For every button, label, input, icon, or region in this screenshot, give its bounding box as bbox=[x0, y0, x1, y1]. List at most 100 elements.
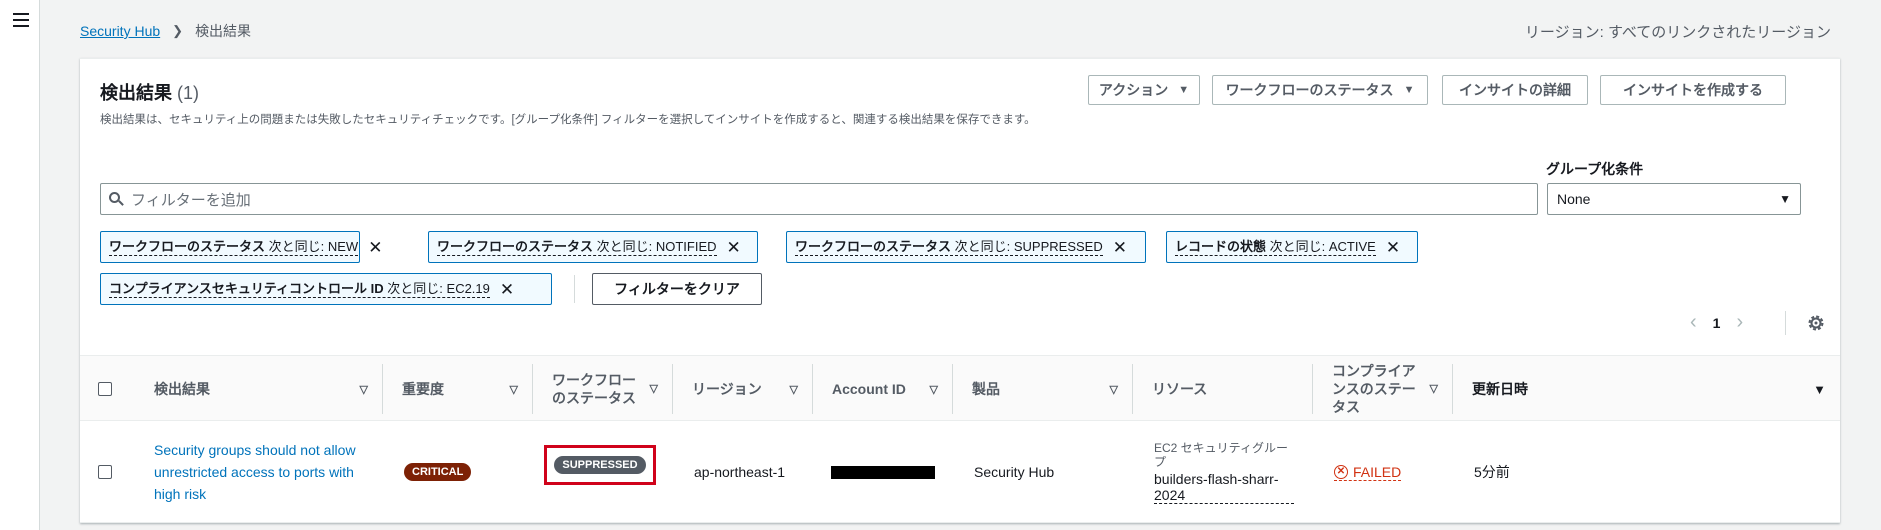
column-header-product[interactable]: 製品 ▽ bbox=[952, 356, 1132, 422]
actions-button[interactable]: アクション ▼ bbox=[1088, 75, 1200, 105]
severity-cell: CRITICAL bbox=[404, 421, 532, 523]
sort-caret-icon: ▽ bbox=[649, 383, 658, 395]
breadcrumb-current: 検出結果 bbox=[195, 23, 252, 39]
column-label: ワークフロー のステータス bbox=[552, 372, 636, 406]
finding-title-link[interactable]: Security groups should not allow unrestr… bbox=[154, 439, 364, 505]
actions-label: アクション bbox=[1098, 82, 1169, 98]
chevron-left-icon[interactable]: ‹ bbox=[1690, 311, 1697, 334]
updated-cell: 5分前 bbox=[1474, 421, 1674, 523]
column-label: 検出結果 bbox=[154, 381, 210, 397]
group-by-label: グループ化条件 bbox=[1546, 161, 1644, 177]
row-select-cell bbox=[98, 421, 128, 523]
findings-panel: 検出結果 (1) 検出結果は、セキュリティ上の問題または失敗したセキュリティチェ… bbox=[80, 58, 1840, 523]
filter-token: コンプライアンスセキュリティコントロール ID 次と同じ: EC2.19 ✕ bbox=[100, 273, 552, 305]
column-header-account-id[interactable]: Account ID ▽ bbox=[812, 356, 952, 422]
column-label: 製品 bbox=[972, 381, 1000, 397]
chevron-right-icon: ❯ bbox=[172, 23, 184, 38]
top-bar: Security Hub ❯ 検出結果 リージョン: すべてのリンクされたリージ… bbox=[80, 20, 1831, 42]
resource-name-link[interactable]: builders-flash-sharr-2024 bbox=[1154, 471, 1294, 504]
sort-caret-icon: ▽ bbox=[1429, 383, 1438, 395]
column-label: コンプライア ンスのステー タス bbox=[1332, 363, 1416, 415]
page-number[interactable]: 1 bbox=[1713, 315, 1721, 331]
filter-placeholder: フィルターを追加 bbox=[131, 191, 251, 209]
filter-token: ワークフローのステータス 次と同じ: NOTIFIED ✕ bbox=[428, 231, 758, 263]
filter-token-op: 次と同じ: NEW bbox=[268, 238, 359, 254]
column-header-title[interactable]: 検出結果 ▽ bbox=[142, 356, 382, 422]
highlight-box: SUPPRESSED bbox=[544, 445, 656, 485]
column-header-workflow[interactable]: ワークフロー のステータス ▽ bbox=[532, 356, 672, 422]
compliance-status[interactable]: ✕ FAILED bbox=[1334, 463, 1402, 481]
create-insight-button[interactable]: インサイトを作成する bbox=[1600, 75, 1786, 105]
select-all-checkbox[interactable] bbox=[98, 382, 112, 396]
region-value: ap-northeast-1 bbox=[694, 464, 786, 480]
breadcrumb-security-hub[interactable]: Security Hub bbox=[80, 23, 160, 39]
select-all-cell bbox=[98, 356, 128, 422]
severity-badge: CRITICAL bbox=[404, 463, 472, 481]
filter-token-op: 次と同じ: EC2.19 bbox=[387, 280, 490, 296]
filter-token: レコードの状態 次と同じ: ACTIVE ✕ bbox=[1166, 231, 1418, 263]
insight-details-button[interactable]: インサイトの詳細 bbox=[1442, 75, 1588, 105]
column-label: リージョン bbox=[692, 381, 762, 397]
close-icon[interactable]: ✕ bbox=[500, 281, 514, 298]
row-checkbox[interactable] bbox=[98, 465, 112, 479]
column-header-region[interactable]: リージョン ▽ bbox=[672, 356, 812, 422]
sort-caret-icon: ▽ bbox=[509, 383, 518, 396]
updated-value: 5分前 bbox=[1474, 464, 1510, 480]
filter-token-key: ワークフローのステータス bbox=[109, 238, 266, 254]
filter-token-key: ワークフローのステータス bbox=[437, 238, 594, 254]
filter-token-text: ワークフローのステータス 次と同じ: NOTIFIED bbox=[437, 239, 717, 256]
filter-token-text: レコードの状態 次と同じ: ACTIVE bbox=[1175, 239, 1376, 256]
compliance-value: FAILED bbox=[1353, 463, 1402, 480]
redacted-account-id bbox=[831, 465, 935, 479]
sort-caret-icon: ▽ bbox=[929, 383, 938, 396]
divider bbox=[574, 275, 575, 303]
finding-title-cell: Security groups should not allow unrestr… bbox=[154, 421, 382, 523]
workflow-status-button[interactable]: ワークフローのステータス ▼ bbox=[1212, 75, 1428, 105]
gear-icon[interactable] bbox=[1806, 313, 1826, 333]
close-icon[interactable]: ✕ bbox=[368, 239, 382, 256]
column-label: Account ID bbox=[832, 381, 906, 397]
compliance-cell: ✕ FAILED bbox=[1334, 421, 1452, 523]
product-cell: Security Hub bbox=[974, 421, 1132, 523]
close-icon[interactable]: ✕ bbox=[727, 239, 741, 256]
close-icon[interactable]: ✕ bbox=[1113, 239, 1127, 256]
column-header-updated[interactable]: 更新日時 ▼ bbox=[1452, 356, 1840, 422]
sort-caret-icon: ▽ bbox=[789, 383, 798, 396]
region-label: リージョン: すべてのリンクされたリージョン bbox=[1524, 23, 1831, 41]
caret-down-icon: ▼ bbox=[1779, 192, 1791, 206]
caret-down-icon: ▼ bbox=[1403, 84, 1415, 96]
account-id-cell bbox=[831, 421, 952, 523]
search-icon bbox=[109, 192, 124, 206]
filter-token-text: ワークフローのステータス 次と同じ: NEW bbox=[109, 238, 359, 256]
workflow-status-label: ワークフローのステータス bbox=[1225, 82, 1394, 98]
table-header: 検出結果 ▽ 重要度 ▽ ワークフロー のステータス ▽ リージョン ▽ Account… bbox=[80, 355, 1840, 421]
hamburger-menu-icon[interactable] bbox=[13, 13, 29, 27]
group-by-value: None bbox=[1557, 191, 1591, 207]
filter-token-op: 次と同じ: NOTIFIED bbox=[596, 238, 717, 254]
workflow-status-badge: SUPPRESSED bbox=[554, 456, 646, 474]
table-row: Security groups should not allow unrestr… bbox=[80, 421, 1840, 523]
sort-descending-icon: ▼ bbox=[1813, 381, 1826, 397]
group-by-select[interactable]: None ▼ bbox=[1547, 183, 1801, 215]
pagination: ‹ 1 › bbox=[1690, 311, 1743, 334]
column-header-severity[interactable]: 重要度 ▽ bbox=[382, 356, 532, 422]
panel-description: 検出結果は、セキュリティ上の問題または失敗したセキュリティチェックです。[グルー… bbox=[100, 114, 1036, 126]
filter-token-key: ワークフローのステータス bbox=[795, 238, 952, 254]
sort-caret-icon: ▽ bbox=[1109, 383, 1118, 396]
column-header-resource: リソース bbox=[1132, 356, 1312, 422]
product-value: Security Hub bbox=[974, 464, 1055, 480]
findings-count: (1) bbox=[177, 83, 200, 103]
close-icon[interactable]: ✕ bbox=[1386, 239, 1400, 256]
resource-type: EC2 セキュリティグループ bbox=[1154, 440, 1288, 469]
chevron-right-icon[interactable]: › bbox=[1736, 311, 1743, 334]
column-label: 重要度 bbox=[402, 381, 444, 397]
filter-token-key: コンプライアンスセキュリティコントロール ID bbox=[109, 280, 384, 296]
filter-token-op: 次と同じ: ACTIVE bbox=[1269, 238, 1376, 254]
region-cell: ap-northeast-1 bbox=[694, 421, 812, 523]
column-header-compliance[interactable]: コンプライア ンスのステー タス ▽ bbox=[1312, 356, 1452, 422]
filter-search-input[interactable]: フィルターを追加 bbox=[100, 183, 1538, 215]
divider bbox=[1785, 311, 1786, 335]
page-title: 検出結果 (1) bbox=[100, 79, 199, 105]
clear-filters-button[interactable]: フィルターをクリア bbox=[592, 273, 762, 305]
filter-token-text: ワークフローのステータス 次と同じ: SUPPRESSED bbox=[795, 239, 1103, 256]
